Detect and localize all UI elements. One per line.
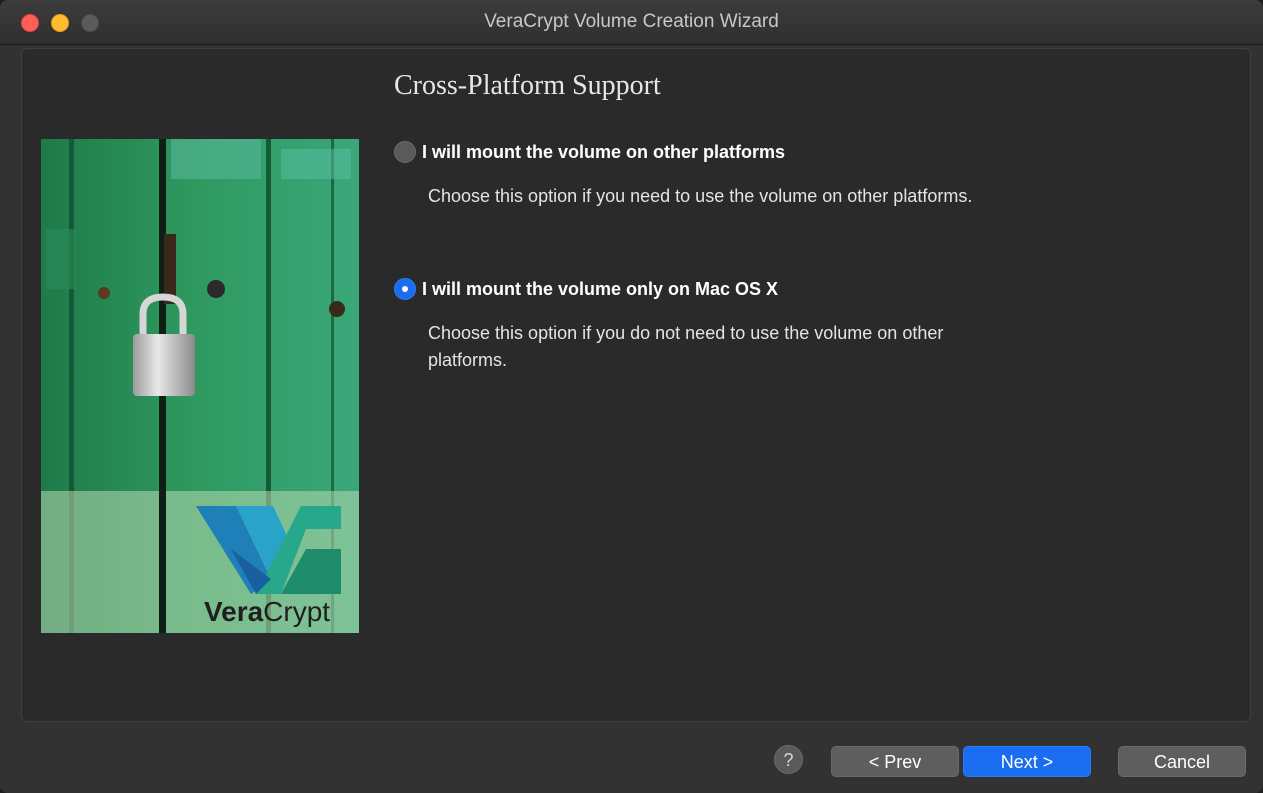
option-mac-only-description: Choose this option if you do not need to… xyxy=(428,323,944,370)
option-mac-only[interactable]: I will mount the volume only on Mac OS X xyxy=(394,278,778,300)
logo-text-light: Crypt xyxy=(263,596,330,627)
cancel-button[interactable]: Cancel xyxy=(1118,746,1246,777)
wizard-illustration: VeraCrypt xyxy=(41,139,359,633)
wizard-window: VeraCrypt Volume Creation Wizard Cross-P… xyxy=(0,0,1263,793)
next-button[interactable]: Next > xyxy=(963,746,1091,777)
radio-mac-only[interactable] xyxy=(394,278,416,300)
title-bar: VeraCrypt Volume Creation Wizard xyxy=(0,0,1263,45)
option-mac-only-label[interactable]: I will mount the volume only on Mac OS X xyxy=(422,279,778,300)
help-button[interactable]: ? xyxy=(774,745,803,774)
option-other-platforms-description: Choose this option if you need to use th… xyxy=(428,186,973,206)
radio-other-platforms[interactable] xyxy=(394,141,416,163)
prev-button[interactable]: < Prev xyxy=(831,746,959,777)
logo-text-bold: Vera xyxy=(204,596,264,627)
page-title: Cross-Platform Support xyxy=(394,70,661,101)
window-title: VeraCrypt Volume Creation Wizard xyxy=(484,11,779,32)
option-other-platforms[interactable]: I will mount the volume on other platfor… xyxy=(394,141,785,163)
option-other-platforms-label[interactable]: I will mount the volume on other platfor… xyxy=(422,142,785,163)
svg-text:VeraCrypt: VeraCrypt xyxy=(204,596,330,627)
